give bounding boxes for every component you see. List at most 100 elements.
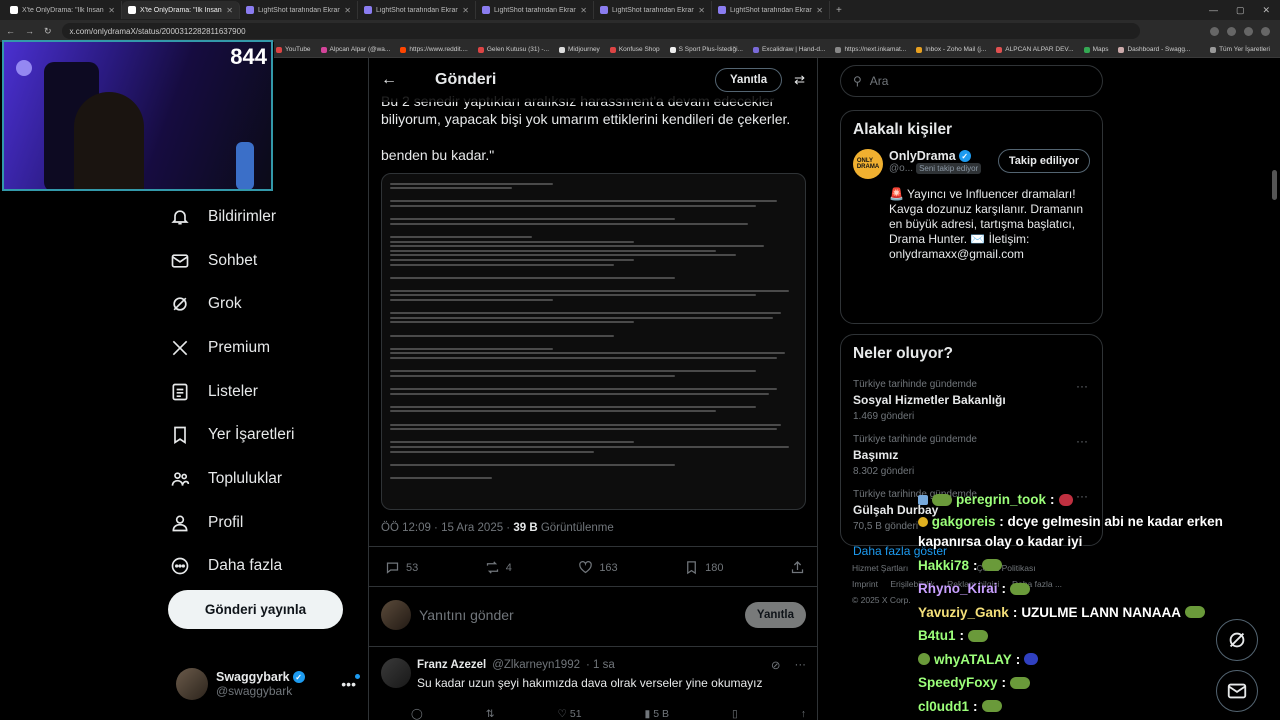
bookmark[interactable]: Alpcan Alpar (@wa... xyxy=(320,46,390,53)
extension-icon[interactable] xyxy=(1210,26,1219,36)
related-person[interactable]: ONLY DRAMA OnlyDrama ✓ @o... Seni takip edi… xyxy=(841,149,1102,179)
reply-submit-button[interactable]: Yanıtla xyxy=(744,602,806,628)
browser-tab[interactable]: X'te OnlyDrama: "İlk İnsan-Jahe✕ xyxy=(4,1,122,19)
bookmark[interactable]: Inbox - Zoho Mail (j... xyxy=(916,46,986,53)
share-action[interactable] xyxy=(790,560,805,575)
close-tab-icon[interactable]: ✕ xyxy=(580,1,587,19)
bookmark[interactable]: https://www.reddit.... xyxy=(400,46,468,53)
nav-more[interactable]: Daha fazla xyxy=(170,545,294,589)
image-text-line xyxy=(390,254,736,257)
reply-author-handle: @Zlkarneyn1992 xyxy=(492,659,580,671)
trend-item[interactable]: Türkiye tarihinde gündemde Başımız 8.302… xyxy=(841,428,1102,483)
views-action[interactable]: ▮ 5 B xyxy=(645,708,669,720)
close-tab-icon[interactable]: ✕ xyxy=(698,1,705,19)
grok-icon[interactable]: ⊘ xyxy=(771,658,781,672)
post-button[interactable]: Gönderi yayınla xyxy=(168,590,343,629)
bookmark[interactable]: Konfuse Shop xyxy=(609,46,660,53)
copyright: © 2025 X Corp. xyxy=(852,595,911,605)
nav-lists[interactable]: Listeler xyxy=(170,370,294,414)
post-image[interactable] xyxy=(381,173,806,510)
emote-icon xyxy=(918,653,930,666)
reply-action[interactable]: 53 xyxy=(385,560,418,575)
nav-notifications[interactable]: Bildirimler xyxy=(170,195,294,239)
bookmark[interactable]: Dashboard - Swagg... xyxy=(1118,46,1190,53)
footer-link[interactable]: Hizmet Şartları xyxy=(852,563,908,573)
close-tab-icon[interactable]: ✕ xyxy=(226,1,233,19)
browser-tab[interactable]: LightShot tarafından Ekran Görü✕ xyxy=(240,1,358,19)
repost-action[interactable]: 4 xyxy=(485,560,512,575)
like-action[interactable]: 163 xyxy=(578,560,618,575)
bookmark[interactable]: Gelen Kutusu (31) -... xyxy=(477,46,549,53)
nav-premium[interactable]: Premium xyxy=(170,326,294,370)
share-icon[interactable]: ↑ xyxy=(801,708,806,720)
reply-item[interactable]: Franz Azezel @Zlkarneyn1992 · 1 sa ⊘ ···… xyxy=(381,658,806,720)
nav-communities[interactable]: Topluluklar xyxy=(170,457,294,501)
related-title: Alakalı kişiler xyxy=(853,121,953,138)
bookmark-icon[interactable]: ▯ xyxy=(732,708,738,720)
close-tab-icon[interactable]: ✕ xyxy=(462,1,469,19)
image-text-line xyxy=(390,218,675,221)
x-favicon-icon xyxy=(128,6,136,14)
extension-icon[interactable] xyxy=(1227,26,1236,36)
new-tab-icon[interactable]: + xyxy=(836,5,842,16)
image-text-line xyxy=(390,299,553,302)
bookmark[interactable]: YouTube xyxy=(276,46,311,53)
image-text-line xyxy=(390,276,675,279)
following-button[interactable]: Takip ediliyor xyxy=(997,149,1090,173)
bookmark-action[interactable]: 180 xyxy=(684,560,724,575)
scrollbar-thumb[interactable] xyxy=(1272,170,1277,200)
verified-badge-icon: ✓ xyxy=(958,150,971,162)
close-window-icon[interactable]: ✕ xyxy=(1262,5,1270,16)
browser-tab[interactable]: LightShot tarafından Ekran Görü✕ xyxy=(712,1,830,19)
bookmark[interactable]: S Sport Plus-İstediği... xyxy=(669,46,743,53)
all-bookmarks[interactable]: Tüm Yer İşaretleri xyxy=(1210,46,1280,53)
filter-sliders-icon[interactable]: ⇄ xyxy=(794,72,805,88)
close-tab-icon[interactable]: ✕ xyxy=(816,1,823,19)
back-arrow-icon[interactable]: ← xyxy=(381,71,405,89)
nav-grok[interactable]: Grok xyxy=(170,282,294,326)
search-input[interactable]: ⚲ Ara xyxy=(840,65,1103,97)
maximize-icon[interactable]: ▢ xyxy=(1236,5,1245,16)
account-switcher[interactable]: Swaggybark ✓ @swaggybark ••• xyxy=(176,668,360,700)
account-more-icon[interactable]: ••• xyxy=(341,674,360,692)
page-scrollbar[interactable] xyxy=(1270,58,1278,720)
heart-icon xyxy=(579,561,593,574)
bookmark[interactable]: Midjourney xyxy=(559,46,600,53)
image-text-gap xyxy=(390,379,797,385)
like-action[interactable]: ♡ 51 xyxy=(558,708,582,720)
profile-icon[interactable] xyxy=(1261,26,1270,36)
reply-input[interactable]: Yanıtını gönder xyxy=(419,607,514,623)
browser-tab-active[interactable]: X'te OnlyDrama: "İlk İnsan-Jahe✕ xyxy=(122,1,240,19)
close-tab-icon[interactable]: ✕ xyxy=(108,1,115,19)
header-reply-button[interactable]: Yanıtla xyxy=(715,68,783,92)
reload-icon[interactable]: ↻ xyxy=(44,26,52,37)
back-icon[interactable]: ← xyxy=(6,26,15,36)
repost-icon[interactable]: ⇅ xyxy=(486,708,495,720)
image-text-line xyxy=(390,405,757,408)
browser-tab[interactable]: LightShot tarafından Ekran Görü✕ xyxy=(476,1,594,19)
more-icon[interactable]: ··· xyxy=(1076,379,1088,393)
chat-message: gakgoreis : dcye gelmesin abi ne kadar e… xyxy=(918,513,1223,549)
url-field[interactable]: x.com/onlydramaX/status/2000312282811637… xyxy=(61,23,1140,39)
bookmark[interactable]: https://next.inkamat... xyxy=(835,46,906,53)
close-tab-icon[interactable]: ✕ xyxy=(344,1,351,19)
comment-icon[interactable]: ◯ xyxy=(411,708,423,720)
reply-icon xyxy=(386,562,399,574)
minimize-icon[interactable]: — xyxy=(1209,5,1218,16)
nav-bookmarks[interactable]: Yer İşaretleri xyxy=(170,413,294,457)
extension-icon[interactable] xyxy=(1244,26,1253,36)
forward-icon[interactable]: → xyxy=(25,26,34,36)
grok-fab-button[interactable] xyxy=(1216,619,1258,661)
more-icon[interactable]: ··· xyxy=(1076,434,1088,448)
more-icon[interactable]: ··· xyxy=(795,659,807,671)
browser-tab[interactable]: LightShot tarafından Ekran Görü✕ xyxy=(358,1,476,19)
trend-item[interactable]: Türkiye tarihinde gündemde Sosyal Hizmet… xyxy=(841,373,1102,428)
bookmark[interactable]: ALPCAN ALPAR DEV... xyxy=(996,46,1074,53)
bookmark[interactable]: Maps xyxy=(1083,46,1108,53)
bookmark[interactable]: Excalidraw | Hand-d... xyxy=(752,46,825,53)
browser-tab[interactable]: LightShot tarafından Ekran Görü✕ xyxy=(594,1,712,19)
nav-profile[interactable]: Profil xyxy=(170,501,294,545)
nav-chat[interactable]: Sohbet xyxy=(170,239,294,283)
footer-link[interactable]: Imprint xyxy=(852,579,878,589)
messages-fab-button[interactable] xyxy=(1216,670,1258,712)
